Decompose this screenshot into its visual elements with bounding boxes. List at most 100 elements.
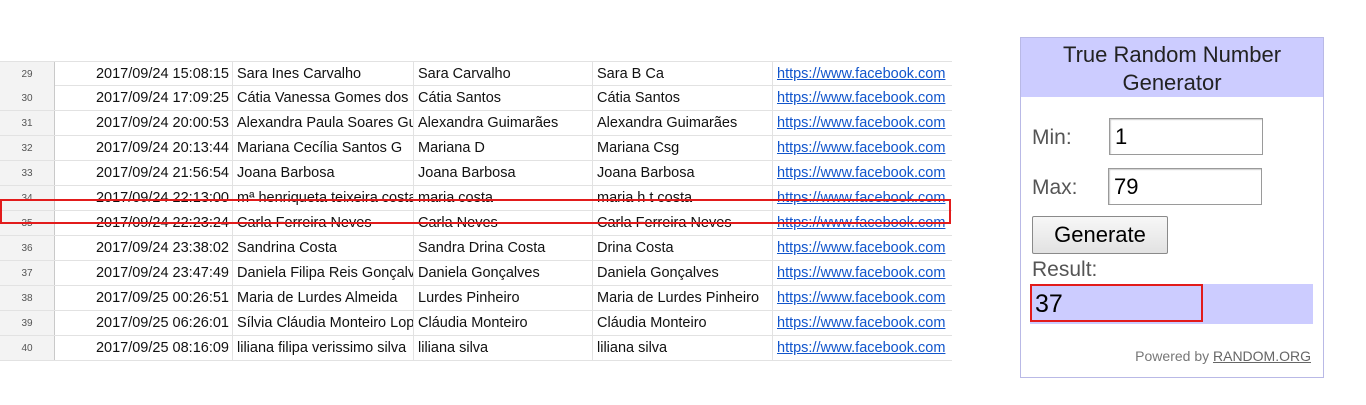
min-input[interactable]: 1 — [1109, 118, 1263, 155]
row-number: 31 — [0, 111, 55, 135]
profile-name-cell: Daniela Gonçalves — [593, 261, 773, 285]
facebook-link[interactable]: https://www.facebook.com — [777, 215, 945, 231]
row-number: 40 — [0, 336, 55, 360]
profile-name-cell: Sara B Ca — [593, 62, 773, 86]
table-row: 33 2017/09/24 21:56:54 Joana Barbosa Joana … — [0, 161, 952, 186]
timestamp-cell: 2017/09/24 22:23:24 — [55, 211, 233, 235]
facebook-link[interactable]: https://www.facebook.com — [777, 240, 945, 256]
profile-name-cell: Cláudia Monteiro — [593, 311, 773, 335]
short-name-cell: Sandra Drina Costa — [414, 236, 593, 260]
table-row: 39 2017/09/25 06:26:01 Sílvia Cláudia Mont… — [0, 311, 952, 336]
facebook-link[interactable]: https://www.facebook.com — [777, 66, 945, 82]
timestamp-cell: 2017/09/24 20:00:53 — [55, 111, 233, 135]
facebook-link-cell: https://www.facebook.com — [773, 86, 952, 110]
row-number: 30 — [0, 86, 55, 110]
row-number: 36 — [0, 236, 55, 260]
powered-by-text: Powered by — [1135, 348, 1210, 364]
facebook-link-cell: https://www.facebook.com — [773, 136, 952, 160]
facebook-link[interactable]: https://www.facebook.com — [777, 290, 945, 306]
profile-name-cell: Maria de Lurdes Pinheiro — [593, 286, 773, 310]
table-row: 37 2017/09/24 23:47:49 Daniela Filipa Reis… — [0, 261, 952, 286]
table-row: 32 2017/09/24 20:13:44 Mariana Cecília San… — [0, 136, 952, 161]
full-name-cell: Sílvia Cláudia Monteiro Lopes — [233, 311, 414, 335]
facebook-link-cell: https://www.facebook.com — [773, 286, 952, 310]
min-label: Min: — [1032, 126, 1072, 149]
timestamp-cell: 2017/09/24 15:08:15 — [55, 62, 233, 86]
profile-name-cell: Alexandra Guimarães — [593, 111, 773, 135]
profile-name-cell: liliana silva — [593, 336, 773, 360]
short-name-cell: Cláudia Monteiro — [414, 311, 593, 335]
full-name-cell: Mariana Cecília Santos G — [233, 136, 414, 160]
full-name-cell: Maria de Lurdes Almeida — [233, 286, 414, 310]
table-row: 36 2017/09/24 23:38:02 Sandrina Costa Sandr… — [0, 236, 952, 261]
facebook-link[interactable]: https://www.facebook.com — [777, 190, 945, 206]
timestamp-cell: 2017/09/24 21:56:54 — [55, 161, 233, 185]
facebook-link-cell: https://www.facebook.com — [773, 161, 952, 185]
table-row: 34 2017/09/24 22:13:00 mª henriqueta teixe… — [0, 186, 952, 211]
result-highlight — [1030, 284, 1203, 322]
short-name-cell: Lurdes Pinheiro — [414, 286, 593, 310]
facebook-link[interactable]: https://www.facebook.com — [777, 90, 945, 106]
timestamp-cell: 2017/09/24 23:38:02 — [55, 236, 233, 260]
profile-name-cell: Joana Barbosa — [593, 161, 773, 185]
max-label: Max: — [1032, 176, 1078, 199]
short-name-cell: Sara Carvalho — [414, 62, 593, 86]
full-name-cell: mª henriqueta teixeira costa — [233, 186, 414, 210]
row-number: 29 — [0, 62, 55, 86]
timestamp-cell: 2017/09/25 06:26:01 — [55, 311, 233, 335]
profile-name-cell: Mariana Csg — [593, 136, 773, 160]
facebook-link[interactable]: https://www.facebook.com — [777, 115, 945, 131]
random-org-link[interactable]: RANDOM.ORG — [1213, 348, 1311, 364]
generate-button[interactable]: Generate — [1032, 216, 1168, 254]
facebook-link[interactable]: https://www.facebook.com — [777, 315, 945, 331]
timestamp-cell: 2017/09/25 08:16:09 — [55, 336, 233, 360]
facebook-link-cell: https://www.facebook.com — [773, 62, 952, 86]
row-number: 33 — [0, 161, 55, 185]
short-name-cell: Carla Neves — [414, 211, 593, 235]
short-name-cell: maria costa — [414, 186, 593, 210]
facebook-link-cell: https://www.facebook.com — [773, 311, 952, 335]
facebook-link[interactable]: https://www.facebook.com — [777, 340, 945, 356]
timestamp-cell: 2017/09/24 23:47:49 — [55, 261, 233, 285]
facebook-link-cell: https://www.facebook.com — [773, 261, 952, 285]
table-row: 35 2017/09/24 22:23:24 Carla Ferreira Neve… — [0, 211, 952, 236]
profile-name-cell: Cátia Santos — [593, 86, 773, 110]
short-name-cell: Joana Barbosa — [414, 161, 593, 185]
powered-by: Powered by RANDOM.ORG — [1135, 348, 1311, 364]
timestamp-cell: 2017/09/25 00:26:51 — [55, 286, 233, 310]
facebook-link-cell: https://www.facebook.com — [773, 211, 952, 235]
full-name-cell: Carla Ferreira Neves — [233, 211, 414, 235]
short-name-cell: Mariana D — [414, 136, 593, 160]
profile-name-cell: Carla Ferreira Neves — [593, 211, 773, 235]
table-row: 38 2017/09/25 00:26:51 Maria de Lurdes Alm… — [0, 286, 952, 311]
row-number: 39 — [0, 311, 55, 335]
max-input[interactable]: 79 — [1108, 168, 1262, 205]
full-name-cell: Joana Barbosa — [233, 161, 414, 185]
facebook-link[interactable]: https://www.facebook.com — [777, 140, 945, 156]
facebook-link[interactable]: https://www.facebook.com — [777, 265, 945, 281]
facebook-link-cell: https://www.facebook.com — [773, 236, 952, 260]
facebook-link-cell: https://www.facebook.com — [773, 186, 952, 210]
short-name-cell: Daniela Gonçalves — [414, 261, 593, 285]
short-name-cell: Alexandra Guimarães — [414, 111, 593, 135]
full-name-cell: Sandrina Costa — [233, 236, 414, 260]
full-name-cell: Cátia Vanessa Gomes dos — [233, 86, 414, 110]
facebook-link[interactable]: https://www.facebook.com — [777, 165, 945, 181]
full-name-cell: liliana filipa verissimo silva — [233, 336, 414, 360]
facebook-link-cell: https://www.facebook.com — [773, 111, 952, 135]
result-label: Result: — [1032, 258, 1098, 281]
profile-name-cell: maria h t costa — [593, 186, 773, 210]
spreadsheet: 29 2017/09/24 15:08:15 Sara Ines Carvalho S… — [0, 61, 952, 361]
table-row: 30 2017/09/24 17:09:25 Cátia Vanessa Gomes… — [0, 86, 952, 111]
row-number: 32 — [0, 136, 55, 160]
table-row: 31 2017/09/24 20:00:53 Alexandra Paula Soa… — [0, 111, 952, 136]
widget-title: True Random Number Generator — [1021, 38, 1323, 97]
short-name-cell: liliana silva — [414, 336, 593, 360]
row-number: 35 — [0, 211, 55, 235]
timestamp-cell: 2017/09/24 20:13:44 — [55, 136, 233, 160]
timestamp-cell: 2017/09/24 22:13:00 — [55, 186, 233, 210]
profile-name-cell: Drina Costa — [593, 236, 773, 260]
full-name-cell: Daniela Filipa Reis Gonçalves — [233, 261, 414, 285]
row-number: 38 — [0, 286, 55, 310]
facebook-link-cell: https://www.facebook.com — [773, 336, 952, 360]
